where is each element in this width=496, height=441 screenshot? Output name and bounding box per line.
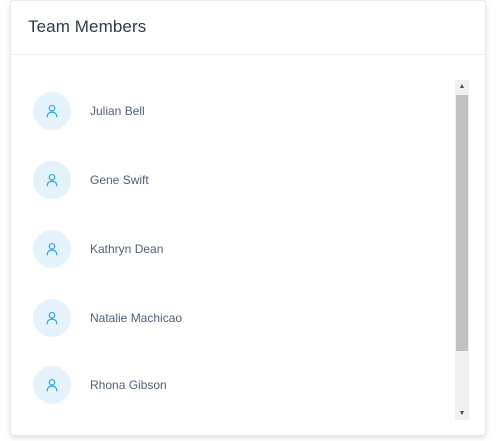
user-icon (46, 311, 58, 325)
scroll-up-arrow-icon[interactable]: ▲ (455, 80, 469, 93)
list-item[interactable]: Julian Bell (33, 92, 145, 130)
user-icon (46, 378, 58, 392)
avatar (33, 92, 71, 130)
list-item[interactable]: Kathryn Dean (33, 230, 163, 268)
team-members-card: Team Members Julian Bell Gene Swift Kath… (10, 0, 486, 436)
list-item[interactable]: Rhona Gibson (33, 366, 167, 404)
avatar (33, 230, 71, 268)
user-icon (46, 242, 58, 256)
member-list[interactable]: Julian Bell Gene Swift Kathryn Dean Nata… (11, 56, 455, 435)
card-title: Team Members (28, 17, 147, 36)
card-header: Team Members (11, 1, 485, 55)
scrollbar-thumb[interactable] (456, 95, 468, 351)
member-name: Rhona Gibson (90, 378, 167, 392)
user-icon (46, 173, 58, 187)
list-item[interactable]: Natalie Machicao (33, 299, 182, 337)
member-name: Kathryn Dean (90, 242, 164, 256)
user-icon (46, 104, 58, 118)
member-name: Natalie Machicao (90, 311, 183, 325)
scroll-down-arrow-icon[interactable]: ▼ (455, 407, 469, 420)
avatar (33, 299, 71, 337)
list-item[interactable]: Gene Swift (33, 161, 149, 199)
member-name: Julian Bell (90, 104, 145, 118)
vertical-scrollbar[interactable]: ▲ ▼ (455, 80, 469, 420)
member-name: Gene Swift (90, 173, 149, 187)
member-list-container: Julian Bell Gene Swift Kathryn Dean Nata… (11, 56, 485, 435)
avatar (33, 161, 71, 199)
avatar (33, 366, 71, 404)
